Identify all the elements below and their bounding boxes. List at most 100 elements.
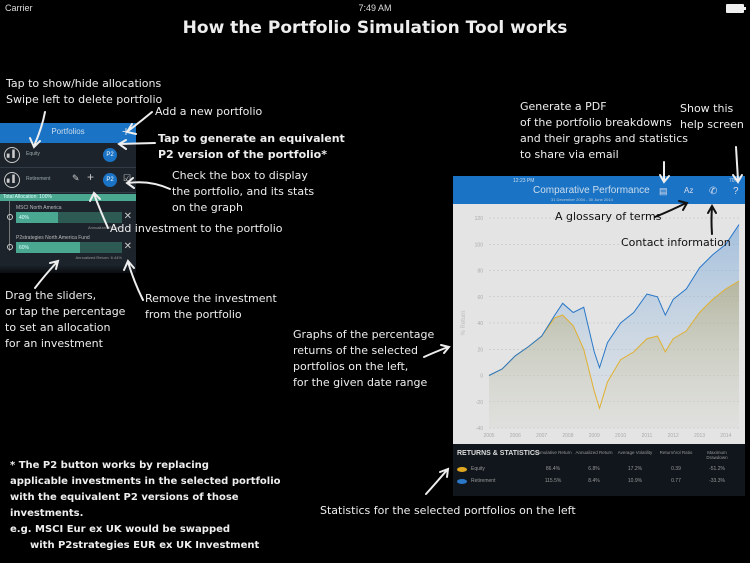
annotation-line: for an investment (5, 337, 103, 350)
annotation-line: Tap to show/hide allocations (6, 77, 162, 90)
y-tick-label: 120 (475, 216, 484, 222)
y-axis-label: % Return (461, 310, 467, 335)
annotation-line: on the graph (172, 201, 243, 214)
bar-chart-icon[interactable]: ▖▌ (4, 147, 20, 163)
pdf-icon[interactable]: ▤ (659, 186, 668, 197)
footnote-line: e.g. MSCI Eur ex UK would be swapped (10, 524, 231, 535)
x-tick-label: 2013 (694, 433, 705, 439)
edit-pencil-icon[interactable]: ✎ (72, 173, 80, 184)
annotation-line: Tap to generate an equivalent (158, 132, 345, 145)
glossary-az-icon[interactable]: Az (684, 186, 693, 195)
footnote-line: investments. (10, 508, 84, 519)
annotation-line: for the given date range (293, 376, 428, 389)
annotation-line: Remove the investment (145, 292, 277, 305)
arrow (425, 467, 450, 495)
skyline-decoration (0, 265, 136, 273)
allocation-percent[interactable]: 60% (19, 245, 29, 251)
portfolios-title: Portfolios (51, 127, 85, 136)
total-allocation: Total Allocation: 100% (0, 194, 136, 201)
stats-column-header: Maximum Drawdown (706, 450, 728, 460)
phone-icon[interactable]: ✆ (709, 186, 717, 197)
annotation-line: and their graphs and statistics (520, 132, 688, 145)
chart-status-time: 12:23 PM (513, 178, 535, 184)
tree-node (7, 214, 13, 220)
annotation-statistics: Statistics for the selected portfolios o… (320, 504, 576, 517)
annotation-show-hide: Tap to show/hide allocations Swipe left … (6, 76, 162, 108)
page-title: How the Portfolio Simulation Tool works (182, 18, 568, 38)
annotation-line: the portfolio, and its stats (172, 185, 315, 198)
allocation-slider[interactable]: 40% (16, 212, 122, 223)
portfolio-row-retirement[interactable]: ▖▌ Retirement ✎ + P2 ☑ (0, 168, 136, 193)
annotation-remove-investment: Remove the investment from the portfolio (145, 291, 277, 323)
y-tick-label: -20 (476, 400, 483, 406)
portfolio-row-equity[interactable]: ▖▌ Equity P2 (0, 143, 136, 168)
annotation-line: portfolios on the left, (293, 360, 409, 373)
annotation-line: returns of the selected (293, 344, 418, 357)
stats-cell: 6.8% (588, 466, 600, 472)
y-tick-label: 20 (477, 347, 483, 353)
annotation-add-portfolio: Add a new portfolio (155, 105, 263, 118)
stats-cell: -33.3% (709, 478, 725, 484)
add-investment-button[interactable]: + (87, 170, 94, 184)
y-tick-label: 80 (477, 269, 483, 275)
stats-table: RETURNS & STATISTICS Cumulative Return An… (453, 444, 745, 496)
stats-cell: -51.2% (709, 466, 725, 472)
x-tick-label: 2010 (615, 433, 626, 439)
annotation-check-box: Check the box to display the portfolio, … (172, 168, 314, 216)
annotation-line: Check the box to display (172, 169, 308, 182)
y-tick-label: -40 (476, 426, 483, 432)
investment-row: P2strategies North America Fund 60% Annu… (0, 233, 136, 263)
allocation-slider[interactable]: 60% (16, 242, 122, 253)
annotation-line: to share via email (520, 148, 619, 161)
x-tick-label: 2012 (668, 433, 679, 439)
footnote: * The P2 button works by replacing appli… (10, 458, 281, 554)
stats-cell: 115.5% (544, 478, 562, 484)
footnote-line: with the equivalent P2 versions of those (10, 492, 239, 503)
legend-swatch (457, 479, 467, 484)
annotation-help: Show this help screen (680, 101, 744, 133)
footnote-line: * The P2 button works by replacing (10, 460, 209, 471)
stats-column-header: Cumulative Return (534, 450, 572, 455)
portfolio-name: Equity (26, 151, 40, 157)
portfolio-name: Retirement (26, 176, 51, 182)
add-portfolio-button[interactable]: + (122, 123, 130, 139)
stats-cell: 8.4% (588, 478, 600, 484)
status-time: 7:49 AM (358, 3, 392, 13)
stats-cell: 86.4% (545, 466, 561, 472)
annotation-line: Graphs of the percentage (293, 328, 435, 341)
annotation-graphs: Graphs of the percentage returns of the … (293, 327, 434, 391)
battery-icon (726, 4, 746, 13)
chart-status-battery: 70% (728, 178, 739, 184)
y-tick-label: 0 (480, 374, 483, 380)
stats-cell: 10.9% (627, 478, 643, 484)
x-tick-label: 2009 (589, 433, 600, 439)
x-tick-label: 2005 (483, 433, 494, 439)
x-tick-label: 2007 (536, 433, 547, 439)
annotation-line: of the portfolio breakdowns (520, 116, 672, 129)
help-icon[interactable]: ? (733, 186, 739, 197)
stats-cell: 0.39 (671, 466, 681, 472)
annotation-line: or tap the percentage (5, 305, 126, 318)
p2-button[interactable]: P2 (103, 173, 117, 187)
y-tick-label: 100 (475, 242, 484, 248)
bar-chart-icon[interactable]: ▖▌ (4, 172, 20, 188)
allocation-percent[interactable]: 40% (19, 215, 29, 221)
status-bar: Carrier 7:49 AM (0, 0, 750, 16)
y-tick-label: 40 (477, 321, 483, 327)
display-checkbox[interactable]: ☑ (123, 173, 131, 184)
y-tick-label: 60 (477, 295, 483, 301)
x-tick-label: 2011 (642, 433, 653, 439)
portfolios-panel: Portfolios + ▖▌ Equity P2 ▖▌ Retirement … (0, 123, 136, 273)
x-tick-label: 2006 (510, 433, 521, 439)
stats-cell: 17.2% (627, 466, 643, 472)
annotation-p2: Tap to generate an equivalent P2 version… (158, 131, 345, 163)
p2-button[interactable]: P2 (103, 148, 117, 162)
stats-row-name: Retirement (471, 478, 496, 484)
stats-column-header: Average Volatility (617, 450, 653, 455)
footnote-line: applicable investments in the selected p… (10, 476, 281, 487)
chart-subtitle: 31 December 2004 - 30 June 2014 (551, 197, 613, 202)
remove-investment-icon[interactable]: ✕ (124, 241, 132, 252)
legend-swatch (457, 467, 467, 472)
annotation-line: Show this (680, 102, 734, 115)
annualized-return: Annualized Return: 6.44% (75, 255, 122, 260)
